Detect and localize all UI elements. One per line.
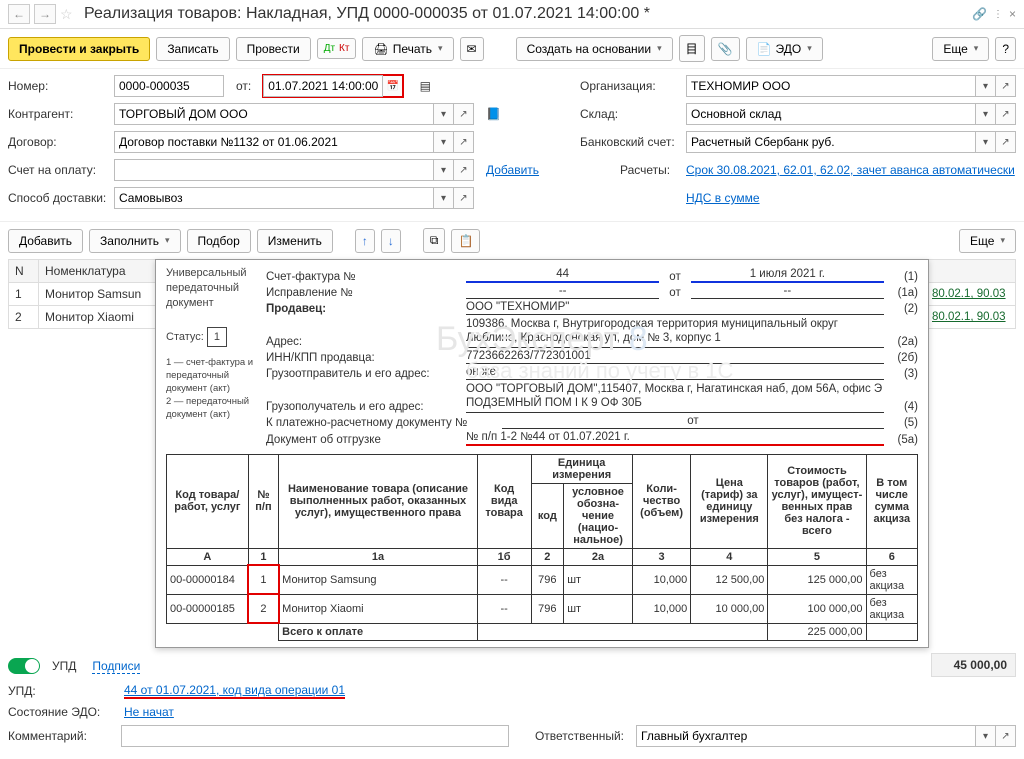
date-input[interactable]	[263, 75, 383, 97]
link-icon[interactable]: 🔗	[972, 7, 987, 21]
compare-icon[interactable]: 目	[679, 35, 705, 62]
bank-input[interactable]	[686, 131, 976, 153]
status-box: 1	[207, 327, 227, 348]
signatures-link[interactable]: Подписи	[92, 659, 140, 674]
delivery-label: Способ доставки:	[8, 191, 108, 205]
print-table: Код товара/ работ, услуг № п/п Наименова…	[166, 454, 918, 641]
resp-label: Ответственный:	[535, 729, 624, 743]
comment-label: Комментарий:	[8, 729, 115, 743]
upd-switch[interactable]	[8, 658, 40, 674]
number-label: Номер:	[8, 79, 108, 93]
calc-link[interactable]: Срок 30.08.2021, 62.01, 62.02, зачет ава…	[686, 163, 1016, 177]
number-input[interactable]	[114, 75, 224, 97]
favorite-icon[interactable]: ☆	[60, 6, 80, 23]
items-fill-button[interactable]: Заполнить▾	[89, 229, 180, 253]
inv-open[interactable]: ↗	[454, 159, 474, 181]
post-button[interactable]: Провести	[236, 37, 311, 61]
copy-icon[interactable]: ⧉	[423, 228, 446, 253]
invoice-label: Счет на оплату:	[8, 163, 108, 177]
mail-button[interactable]: ✉	[460, 37, 484, 61]
ct-drop[interactable]: ▾	[434, 131, 454, 153]
resp-input[interactable]	[636, 725, 976, 747]
dossier-icon[interactable]: 📘	[486, 107, 501, 121]
save-button[interactable]: Записать	[156, 37, 229, 61]
items-change-button[interactable]: Изменить	[257, 229, 333, 253]
help-button[interactable]: ?	[995, 37, 1016, 61]
move-up-icon[interactable]: ↑	[355, 229, 375, 253]
delivery-input[interactable]	[114, 187, 434, 209]
nav-forward[interactable]: →	[34, 4, 56, 24]
calc-label: Расчеты:	[620, 163, 680, 177]
create-based-button[interactable]: Создать на основании▾	[516, 37, 673, 61]
comment-icon[interactable]: ▤	[415, 79, 435, 93]
bank-label: Банковский счет:	[580, 135, 680, 149]
invoice-input[interactable]	[114, 159, 434, 181]
col-nomen: Номенклатура	[39, 260, 169, 283]
col-acc	[926, 260, 1016, 283]
ct-open[interactable]: ↗	[454, 131, 474, 153]
from-label: от:	[236, 79, 251, 93]
upd-sf-link[interactable]: 44 от 01.07.2021, код вида операции 01	[124, 683, 345, 699]
nav-back[interactable]: ←	[8, 4, 30, 24]
counterparty-label: Контрагент:	[8, 107, 108, 121]
wh-drop[interactable]: ▾	[976, 103, 996, 125]
post-close-button[interactable]: Провести и закрыть	[8, 37, 150, 61]
edo-state-label: Состояние ЭДО:	[8, 705, 118, 719]
items-more-button[interactable]: Еще▾	[959, 229, 1016, 253]
vat-link[interactable]: НДС в сумме	[686, 191, 1016, 205]
print-preview-overlay: БухЭксперт 8 база знаний по учету в 1С У…	[155, 259, 929, 648]
calendar-icon[interactable]: 📅	[383, 75, 403, 97]
edo-state-link[interactable]: Не начат	[124, 705, 174, 719]
resp-open[interactable]: ↗	[996, 725, 1016, 747]
org-drop[interactable]: ▾	[976, 75, 996, 97]
add-invoice-link[interactable]: Добавить	[486, 163, 539, 177]
contract-input[interactable]	[114, 131, 434, 153]
contract-label: Договор:	[8, 135, 108, 149]
upd-caption: Универсальный передаточный документ	[166, 266, 256, 311]
total-amount: 45 000,00	[931, 653, 1016, 677]
org-label: Организация:	[580, 79, 680, 93]
col-n: N	[9, 260, 39, 283]
wh-open[interactable]: ↗	[996, 103, 1016, 125]
inv-drop[interactable]: ▾	[434, 159, 454, 181]
org-open[interactable]: ↗	[996, 75, 1016, 97]
dl-drop[interactable]: ▾	[434, 187, 454, 209]
org-input[interactable]	[686, 75, 976, 97]
window-title: Реализация товаров: Накладная, УПД 0000-…	[84, 5, 968, 23]
print-button[interactable]: 🖨 Печать▾	[362, 37, 453, 61]
counterparty-input[interactable]	[114, 103, 434, 125]
help-icon[interactable]: ⋮	[993, 9, 1003, 20]
edo-button[interactable]: 📄 ЭДО▾	[746, 37, 823, 61]
move-down-icon[interactable]: ↓	[381, 229, 401, 253]
resp-drop[interactable]: ▾	[976, 725, 996, 747]
upd-sf-label: УПД:	[8, 684, 118, 698]
dl-open[interactable]: ↗	[454, 187, 474, 209]
cp-drop[interactable]: ▾	[434, 103, 454, 125]
bk-open[interactable]: ↗	[996, 131, 1016, 153]
paste-icon[interactable]: 📋	[451, 229, 480, 253]
attach-icon[interactable]: 📎	[711, 37, 740, 61]
items-add-button[interactable]: Добавить	[8, 229, 83, 253]
comment-input[interactable]	[121, 725, 509, 747]
cp-open[interactable]: ↗	[454, 103, 474, 125]
items-pick-button[interactable]: Подбор	[187, 229, 251, 253]
warehouse-label: Склад:	[580, 107, 680, 121]
bk-drop[interactable]: ▾	[976, 131, 996, 153]
close-icon[interactable]: ×	[1009, 7, 1016, 21]
warehouse-input[interactable]	[686, 103, 976, 125]
dtkt-icon[interactable]: ДтКт	[317, 38, 357, 59]
more-button[interactable]: Еще▾	[932, 37, 989, 61]
upd-label: УПД	[52, 659, 76, 673]
